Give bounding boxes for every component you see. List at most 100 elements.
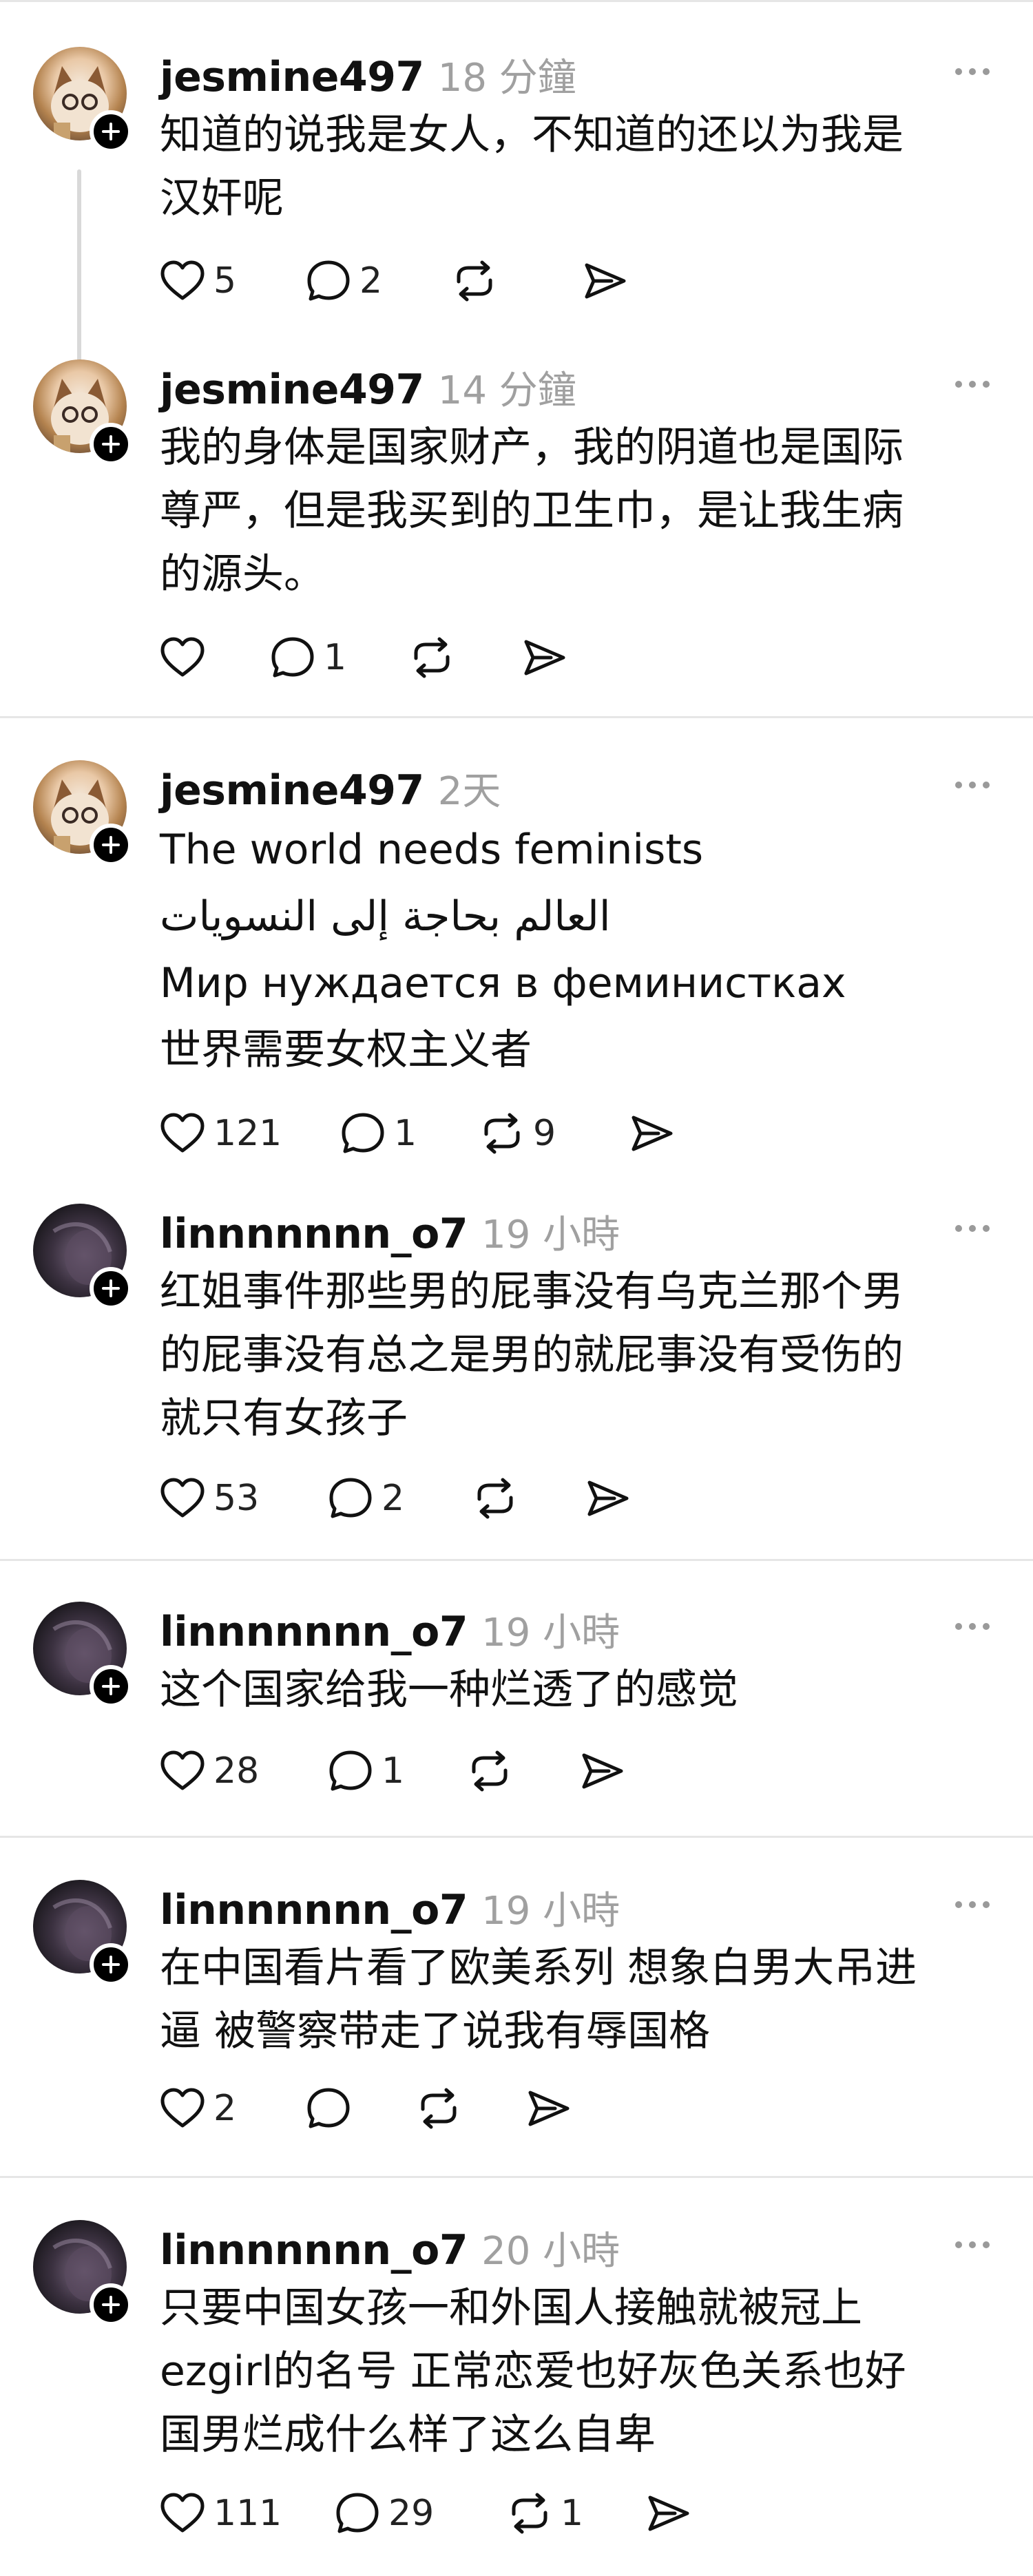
like-button[interactable]: 121	[158, 1106, 339, 1161]
repost-icon	[414, 637, 450, 678]
post-text-line: 尊严，但是我买到的卫生巾，是让我生病	[160, 487, 904, 535]
post-text-line: 就只有女孩子	[160, 1394, 408, 1443]
repost-button[interactable]	[450, 253, 581, 308]
repost-button[interactable]	[408, 630, 521, 685]
post-divider	[0, 2176, 1033, 2178]
username[interactable]: jesmine497	[160, 366, 424, 414]
repost-button[interactable]	[471, 1471, 584, 1526]
post-text-line: 知道的说我是女人，不知道的还以为我是	[160, 111, 904, 159]
more-dots-icon[interactable]	[953, 778, 992, 792]
share-button[interactable]	[581, 253, 629, 308]
reply-button[interactable]: 1	[339, 1106, 478, 1161]
follow-plus-icon[interactable]	[90, 824, 132, 866]
share-send-icon	[585, 263, 626, 299]
reply-count: 29	[388, 2493, 435, 2534]
follow-plus-icon[interactable]	[90, 110, 132, 153]
action-bar: 121 1 9	[158, 1106, 676, 1161]
timestamp: 19 小時	[481, 1889, 620, 1934]
post-divider	[0, 1836, 1033, 1838]
comment-bubble-icon	[307, 2088, 350, 2128]
post-header: jesmine497 18 分鐘	[160, 47, 576, 101]
more-dots-icon[interactable]	[953, 2238, 992, 2252]
timestamp: 18 分鐘	[437, 56, 576, 101]
post-text-line: 红姐事件那些男的屁事没有乌克兰那个男	[160, 1268, 904, 1316]
top-divider	[0, 0, 1033, 2]
like-count: 5	[213, 260, 237, 302]
post-text: 知道的说我是女人，不知道的还以为我是 汉奸呢	[160, 103, 1007, 230]
repost-icon	[484, 1113, 520, 1154]
post[interactable]: linnnnnnn_o7 19 小時 这个国家给我一种烂透了的感觉 28 1	[0, 1602, 1033, 1808]
post-text-line: 世界需要女权主义者	[160, 1026, 532, 1074]
like-button[interactable]: 2	[158, 2081, 304, 2136]
repost-button[interactable]	[415, 2081, 525, 2136]
comment-bubble-icon	[307, 260, 350, 301]
post[interactable]: linnnnnnn_o7 19 小時 红姐事件那些男的屁事没有乌克兰那个男 的屁…	[0, 1204, 1033, 1520]
follow-plus-icon[interactable]	[90, 1665, 132, 1708]
action-bar: 1	[158, 630, 569, 685]
post[interactable]: linnnnnnn_o7 20 小時 只要中国女孩一和外国人接触就被冠上 ezg…	[0, 2220, 1033, 2551]
username[interactable]: linnnnnnn_o7	[160, 1210, 468, 1258]
timestamp: 2天	[437, 769, 501, 814]
reply-button[interactable]	[304, 2081, 415, 2136]
thread-connector-line	[77, 169, 81, 384]
like-button[interactable]: 5	[158, 253, 304, 308]
share-button[interactable]	[628, 1106, 676, 1161]
like-button[interactable]	[158, 630, 269, 685]
like-button[interactable]: 28	[158, 1743, 326, 1799]
username[interactable]: jesmine497	[160, 53, 424, 101]
post[interactable]: linnnnnnn_o7 19 小時 在中国看片看了欧美系列 想象白男大吊进 逼…	[0, 1880, 1033, 2148]
follow-plus-icon[interactable]	[90, 1943, 132, 1986]
repost-button[interactable]: 9	[478, 1106, 628, 1161]
post-text-line: 在中国看片看了欧美系列 想象白男大吊进	[160, 1944, 917, 1992]
username[interactable]: linnnnnnn_o7	[160, 1608, 468, 1656]
action-bar: 2	[158, 2081, 573, 2136]
share-send-icon	[587, 1480, 629, 1516]
post-text-line: 的屁事没有总之是男的就屁事没有受伤的	[160, 1331, 904, 1379]
username[interactable]: jesmine497	[160, 766, 424, 815]
post-header: linnnnnnn_o7 19 小時	[160, 1204, 620, 1258]
share-button[interactable]	[525, 2081, 573, 2136]
reply-button[interactable]: 1	[326, 1743, 466, 1799]
repost-button[interactable]: 1	[505, 2486, 645, 2541]
reply-button[interactable]: 2	[326, 1471, 471, 1526]
more-dots-icon[interactable]	[953, 1222, 992, 1235]
repost-icon	[472, 1750, 508, 1792]
action-bar: 5 2	[158, 253, 629, 308]
share-button[interactable]	[521, 630, 569, 685]
repost-button[interactable]	[466, 1743, 578, 1799]
timestamp: 19 小時	[481, 1213, 620, 1257]
reply-button[interactable]: 29	[333, 2486, 505, 2541]
share-button[interactable]	[584, 1471, 632, 1526]
follow-plus-icon[interactable]	[90, 1267, 132, 1310]
more-dots-icon[interactable]	[953, 1620, 992, 1633]
timestamp: 19 小時	[481, 1611, 620, 1655]
share-button[interactable]	[645, 2486, 693, 2541]
follow-plus-icon[interactable]	[90, 423, 132, 465]
share-button[interactable]	[578, 1743, 627, 1799]
post-header: linnnnnnn_o7 19 小時	[160, 1602, 620, 1656]
comment-bubble-icon	[342, 1113, 384, 1153]
repost-count: 1	[561, 2493, 584, 2534]
post[interactable]: jesmine497 18 分鐘 知道的说我是女人，不知道的还以为我是 汉奸呢 …	[0, 47, 1033, 384]
username[interactable]: linnnnnnn_o7	[160, 2226, 468, 2274]
post[interactable]: jesmine497 14 分鐘 我的身体是国家财产，我的阴道也是国际 尊严，但…	[0, 359, 1033, 704]
reply-button[interactable]: 2	[304, 253, 450, 308]
post-divider	[0, 1559, 1033, 1561]
more-dots-icon[interactable]	[953, 1898, 992, 1912]
reply-button[interactable]: 1	[269, 630, 408, 685]
post[interactable]: jesmine497 2天 The world needs feminists …	[0, 760, 1033, 1166]
username[interactable]: linnnnnnn_o7	[160, 1886, 468, 1934]
comment-bubble-icon	[336, 2493, 379, 2533]
like-button[interactable]: 53	[158, 1471, 326, 1526]
heart-icon	[160, 260, 205, 300]
post-text-line: 的源头。	[160, 550, 325, 598]
follow-plus-icon[interactable]	[90, 2283, 132, 2326]
more-dots-icon[interactable]	[953, 377, 992, 391]
like-button[interactable]: 111	[158, 2486, 333, 2541]
share-send-icon	[528, 2091, 570, 2126]
reply-count: 2	[382, 1478, 405, 1519]
threads-feed: jesmine497 18 分鐘 知道的说我是女人，不知道的还以为我是 汉奸呢 …	[0, 0, 1033, 2576]
post-text-line: ezgirl的名号 正常恋爱也好灰色关系也好	[160, 2347, 906, 2396]
post-text: 只要中国女孩一和外国人接触就被冠上 ezgirl的名号 正常恋爱也好灰色关系也好…	[160, 2276, 1007, 2467]
more-dots-icon[interactable]	[953, 65, 992, 78]
